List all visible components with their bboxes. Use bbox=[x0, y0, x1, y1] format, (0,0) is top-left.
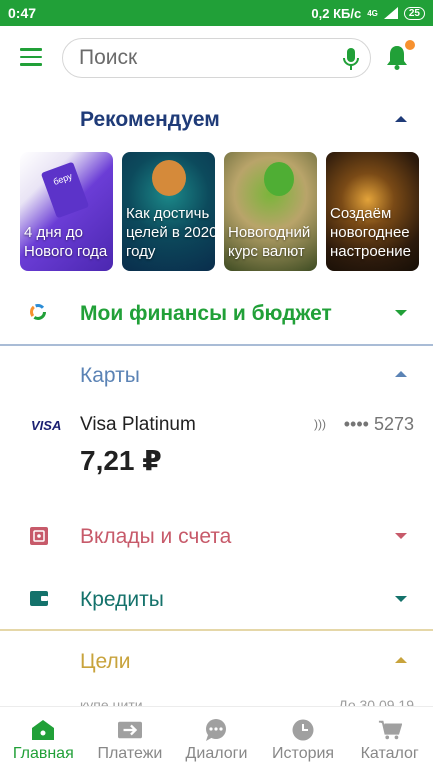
nav-catalog[interactable]: Каталог bbox=[346, 707, 433, 769]
search-placeholder: Поиск bbox=[79, 46, 138, 69]
section-credits-title[interactable]: Кредиты bbox=[80, 588, 164, 612]
safe-icon bbox=[30, 527, 48, 545]
story-text: Создаём новогоднее настроение bbox=[330, 205, 412, 260]
nav-payments[interactable]: Платежи bbox=[87, 707, 174, 769]
story-globe-image bbox=[152, 160, 186, 196]
stories-carousel: беру 4 дня до Нового года Как достичь це… bbox=[20, 152, 419, 271]
microphone-icon[interactable] bbox=[342, 47, 360, 71]
notification-dot bbox=[405, 40, 415, 50]
story-text: Новогодний курс валют bbox=[228, 224, 311, 260]
section-goals-title[interactable]: Цели bbox=[80, 650, 131, 674]
nav-home[interactable]: Главная bbox=[0, 707, 87, 769]
payments-arrow-icon bbox=[117, 721, 142, 739]
clock-icon bbox=[292, 719, 314, 741]
battery-level: 25 bbox=[403, 6, 425, 20]
goals-divider bbox=[0, 629, 433, 631]
search-input[interactable]: Поиск bbox=[62, 38, 371, 78]
story-text: 4 дня до Нового года bbox=[24, 224, 108, 260]
story-card[interactable]: Как достичь целей в 2020 году bbox=[122, 152, 215, 271]
story-card[interactable]: Создаём новогоднее настроение bbox=[326, 152, 419, 271]
visa-logo-icon: VISA bbox=[31, 418, 62, 433]
nav-dialogs[interactable]: Диалоги bbox=[173, 707, 260, 769]
signal-icon bbox=[383, 7, 398, 19]
nav-dialogs-label: Диалоги bbox=[185, 745, 248, 762]
app-header: Поиск bbox=[0, 26, 433, 90]
card-number-mask: •••• 5273 bbox=[343, 414, 414, 434]
section-deposits-title[interactable]: Вклады и счета bbox=[80, 525, 231, 549]
chat-bubble-icon bbox=[206, 719, 227, 741]
card-item[interactable]: VISA Visa Platinum ))) •••• 5273 7,21 ₽ bbox=[0, 404, 433, 494]
story-box-image bbox=[40, 161, 90, 219]
wallet-icon bbox=[30, 591, 48, 606]
bottom-navigation: Главная Платежи Диалоги История Каталог bbox=[0, 706, 433, 769]
story-figure-image bbox=[264, 162, 294, 196]
nav-payments-label: Платежи bbox=[97, 745, 163, 762]
network-type: 4G bbox=[367, 8, 378, 18]
chevron-up-icon[interactable] bbox=[395, 371, 407, 377]
status-time: 0:47 bbox=[8, 5, 37, 21]
story-card[interactable]: Новогодний курс валют bbox=[224, 152, 317, 271]
home-icon bbox=[32, 720, 55, 740]
story-card[interactable]: беру 4 дня до Нового года bbox=[20, 152, 113, 271]
chevron-down-icon[interactable] bbox=[395, 310, 407, 316]
bell-icon[interactable] bbox=[386, 44, 408, 70]
story-text: Как достичь целей в 2020 году bbox=[126, 205, 215, 260]
status-bar: 0:47 0,2 КБ/с 4G 25 bbox=[0, 0, 433, 26]
card-name: Visa Platinum bbox=[80, 414, 196, 435]
menu-icon[interactable] bbox=[20, 48, 42, 66]
chevron-up-icon[interactable] bbox=[395, 657, 407, 663]
budget-donut-icon bbox=[30, 304, 46, 320]
card-balance: 7,21 ₽ bbox=[80, 445, 162, 476]
nav-catalog-label: Каталог bbox=[360, 745, 419, 762]
section-finances-title[interactable]: Мои финансы и бюджет bbox=[80, 302, 332, 326]
nav-home-label: Главная bbox=[12, 745, 74, 762]
chevron-down-icon[interactable] bbox=[395, 533, 407, 539]
status-indicators: 0,2 КБ/с 4G 25 bbox=[311, 6, 425, 21]
section-cards-title[interactable]: Карты bbox=[80, 364, 140, 388]
nav-history-label: История bbox=[272, 745, 335, 762]
chevron-up-icon[interactable] bbox=[395, 116, 407, 122]
status-speed: 0,2 КБ/с bbox=[311, 5, 362, 21]
contactless-icon: ))) bbox=[314, 417, 326, 431]
section-recommend-title[interactable]: Рекомендуем bbox=[80, 108, 220, 132]
chevron-down-icon[interactable] bbox=[395, 596, 407, 602]
nav-history[interactable]: История bbox=[260, 707, 347, 769]
cards-divider bbox=[0, 344, 433, 346]
cart-icon bbox=[378, 720, 402, 740]
